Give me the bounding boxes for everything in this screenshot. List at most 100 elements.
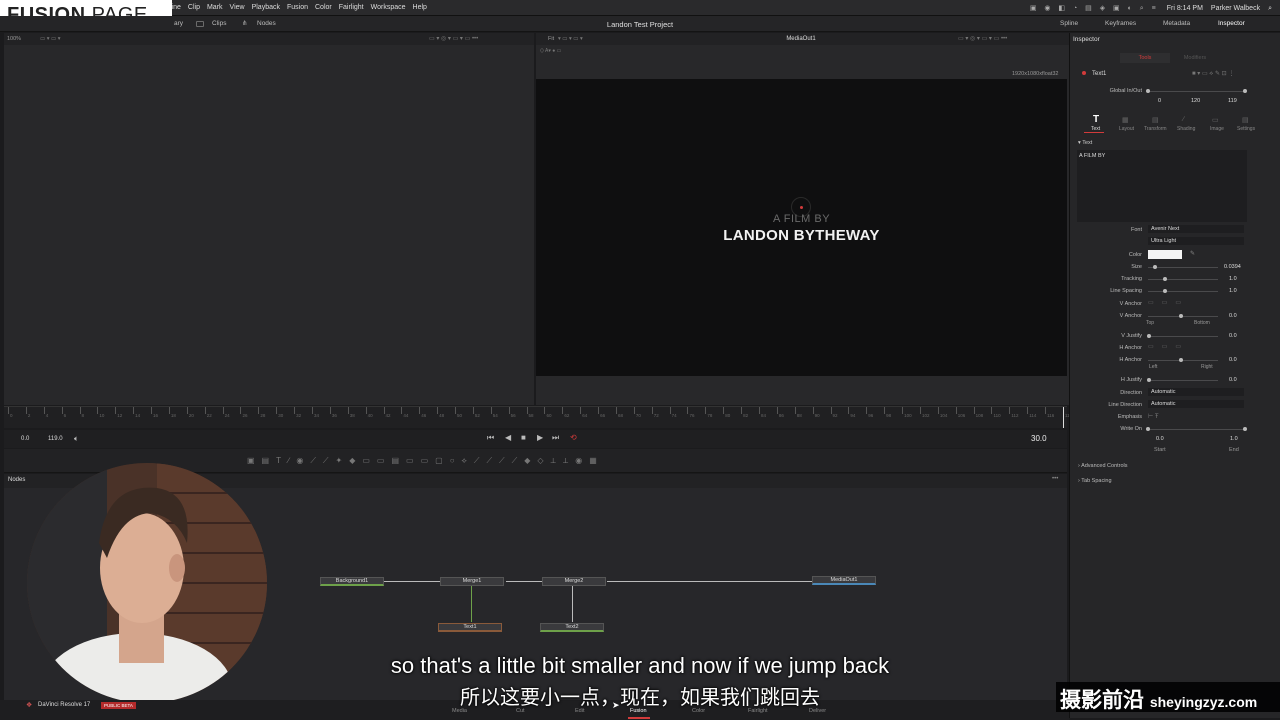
styled-text-input[interactable]: A FILM BY: [1077, 150, 1247, 222]
shading-icon[interactable]: ∕: [1183, 116, 1184, 123]
viewer-tools-icon[interactable]: ▭ ▾ ◎ ▾ ▭ ▾ ▭ •••: [958, 35, 1007, 42]
font-style-dropdown[interactable]: Ultra Light: [1148, 237, 1244, 245]
node-mediaout[interactable]: MediaOut1: [812, 576, 876, 585]
media-pool-tab[interactable]: ary: [174, 20, 183, 27]
write-on-slider[interactable]: [1148, 429, 1246, 430]
eyedropper-icon[interactable]: ✎: [1190, 250, 1195, 257]
hjustify-value[interactable]: 0.0: [1229, 377, 1237, 383]
more-icon[interactable]: •••: [1052, 476, 1058, 482]
size-knob[interactable]: [1153, 265, 1157, 269]
menu-item[interactable]: Fusion: [287, 4, 308, 11]
global-out-knob[interactable]: [1243, 89, 1247, 93]
metadata-tab[interactable]: Metadata: [1163, 20, 1190, 27]
node-text2[interactable]: Text2: [540, 623, 604, 632]
speaker-icon[interactable]: 🔈︎: [74, 434, 79, 444]
nodes-tab[interactable]: Nodes: [257, 20, 276, 27]
hanchor2-knob[interactable]: [1179, 358, 1183, 362]
modifiers-tab[interactable]: Modifiers: [1170, 53, 1220, 63]
menu-item[interactable]: Mark: [207, 4, 223, 11]
vanchor2-knob[interactable]: [1179, 314, 1183, 318]
tab-spacing-section[interactable]: › Tab Spacing: [1078, 478, 1112, 484]
global-inout-slider[interactable]: [1148, 91, 1246, 92]
vjustify-value[interactable]: 0.0: [1229, 333, 1237, 339]
tools-tab[interactable]: Tools: [1120, 53, 1170, 63]
fit-dropdown[interactable]: Fit: [548, 36, 554, 42]
write-on-start-knob[interactable]: [1146, 427, 1150, 431]
center-point-icon[interactable]: [800, 206, 803, 209]
image-icon[interactable]: ▭: [1212, 116, 1219, 124]
write-on-end-knob[interactable]: [1243, 427, 1247, 431]
text-subtab-icon[interactable]: T: [1093, 114, 1099, 125]
menu-item[interactable]: Help: [413, 4, 427, 11]
vanchor2-slider[interactable]: [1148, 316, 1218, 317]
write-on-end-value[interactable]: 1.0: [1230, 436, 1238, 442]
viewer-canvas[interactable]: A FILM BY LANDON BYTHEWAY: [536, 79, 1067, 376]
line-direction-dropdown[interactable]: Automatic: [1148, 400, 1244, 408]
play-reverse-icon[interactable]: ◀: [505, 433, 511, 442]
playhead[interactable]: [1063, 407, 1064, 428]
global-in-knob[interactable]: [1146, 89, 1150, 93]
transform-subtab[interactable]: Transform: [1144, 126, 1167, 132]
inspector-tab[interactable]: Inspector: [1218, 20, 1245, 27]
color-swatch[interactable]: [1148, 250, 1182, 259]
go-to-end-icon[interactable]: ⏭︎: [552, 433, 559, 443]
keyframes-tab[interactable]: Keyframes: [1105, 20, 1136, 27]
advanced-controls-section[interactable]: › Advanced Controls: [1078, 463, 1128, 469]
hanchor2-value[interactable]: 0.0: [1229, 357, 1237, 363]
menu-item[interactable]: Clip: [188, 4, 200, 11]
node-merge2[interactable]: Merge2: [542, 577, 606, 586]
zoom-level[interactable]: 100%: [7, 36, 21, 42]
menu-item[interactable]: View: [230, 4, 245, 11]
layout-subtab[interactable]: Layout: [1119, 126, 1134, 132]
size-value[interactable]: 0.0394: [1224, 264, 1241, 270]
node-merge1[interactable]: Merge1: [440, 577, 504, 586]
tracking-knob[interactable]: [1163, 277, 1167, 281]
loop-icon[interactable]: ⟲: [570, 433, 577, 442]
viewer-options-icon[interactable]: ▾ ▭ ▾ ▭ ▾: [558, 36, 583, 42]
text-section-header[interactable]: ▾ Text: [1078, 140, 1092, 146]
menu-item[interactable]: Color: [315, 4, 332, 11]
layout-icon[interactable]: ▦: [1122, 116, 1129, 124]
direction-dropdown[interactable]: Automatic: [1148, 388, 1244, 396]
vjustify-knob[interactable]: [1147, 334, 1151, 338]
settings-icon[interactable]: ▤: [1242, 116, 1249, 124]
font-dropdown[interactable]: Avenir Next: [1148, 225, 1244, 233]
write-on-start-value[interactable]: 0.0: [1156, 436, 1164, 442]
go-to-start-icon[interactable]: ⏮︎: [487, 433, 494, 443]
global-out-value[interactable]: 119: [1228, 98, 1237, 104]
line-spacing-knob[interactable]: [1163, 289, 1167, 293]
search-icon[interactable]: ⌕: [1268, 5, 1272, 13]
tracking-slider[interactable]: [1148, 279, 1218, 280]
tracking-value[interactable]: 1.0: [1229, 276, 1237, 282]
transform-icon[interactable]: ▤: [1152, 116, 1159, 124]
node-background[interactable]: Background1: [320, 577, 384, 586]
viewer-tools-icon[interactable]: ▭ ▾ ◎ ▾ ▭ ▾ ▭ •••: [429, 35, 478, 42]
emphasis-buttons[interactable]: ⊢ Ŧ: [1148, 413, 1159, 420]
end-time[interactable]: 119.0: [48, 436, 63, 442]
vjustify-slider[interactable]: [1148, 336, 1218, 337]
tool-icons[interactable]: ▣▤T∕◉⟋⟋✦◆▭▭▤▭▭▢○⟡⟋⟋⟋⟋◆◇⟂⟂◉▦: [247, 456, 604, 466]
shading-subtab[interactable]: Shading: [1177, 126, 1195, 132]
hanchor-buttons[interactable]: ▭▭▭: [1148, 343, 1189, 350]
channel-icons[interactable]: ⟨⟩ A▾ ● ▭: [540, 48, 561, 54]
viewer-options-icon[interactable]: ▭ ▾ ▭ ▾: [40, 36, 61, 42]
line-spacing-slider[interactable]: [1148, 291, 1218, 292]
global-duration-value[interactable]: 120: [1191, 98, 1200, 104]
menu-item[interactable]: Workspace: [371, 4, 406, 11]
tool-header-icons[interactable]: ■ ▾ ▭ ⟡ ✎ ⊡ ⋮: [1192, 70, 1234, 78]
time-ruler[interactable]: 0 2 4 6 8 10 12 14 16 18 20 22 24 26 28 30 32 34 36 38 40 42 4…: [4, 406, 1072, 428]
stop-icon[interactable]: ■: [521, 433, 526, 442]
line-spacing-value[interactable]: 1.0: [1229, 288, 1237, 294]
clips-tab[interactable]: Clips: [212, 20, 226, 27]
hjustify-knob[interactable]: [1147, 378, 1151, 382]
spline-tab[interactable]: Spline: [1060, 20, 1078, 27]
vanchor2-value[interactable]: 0.0: [1229, 313, 1237, 319]
size-slider[interactable]: [1148, 267, 1218, 268]
hanchor2-slider[interactable]: [1148, 360, 1218, 361]
left-viewer[interactable]: 100% ▭ ▾ ▭ ▾ ▭ ▾ ◎ ▾ ▭ ▾ ▭ •••: [4, 33, 534, 405]
vanchor-buttons[interactable]: ▭▭▭: [1148, 299, 1189, 306]
global-in-value[interactable]: 0: [1158, 98, 1161, 104]
menu-item[interactable]: Fairlight: [339, 4, 364, 11]
menu-item[interactable]: Playback: [252, 4, 280, 11]
node-text1[interactable]: Text1: [438, 623, 502, 632]
